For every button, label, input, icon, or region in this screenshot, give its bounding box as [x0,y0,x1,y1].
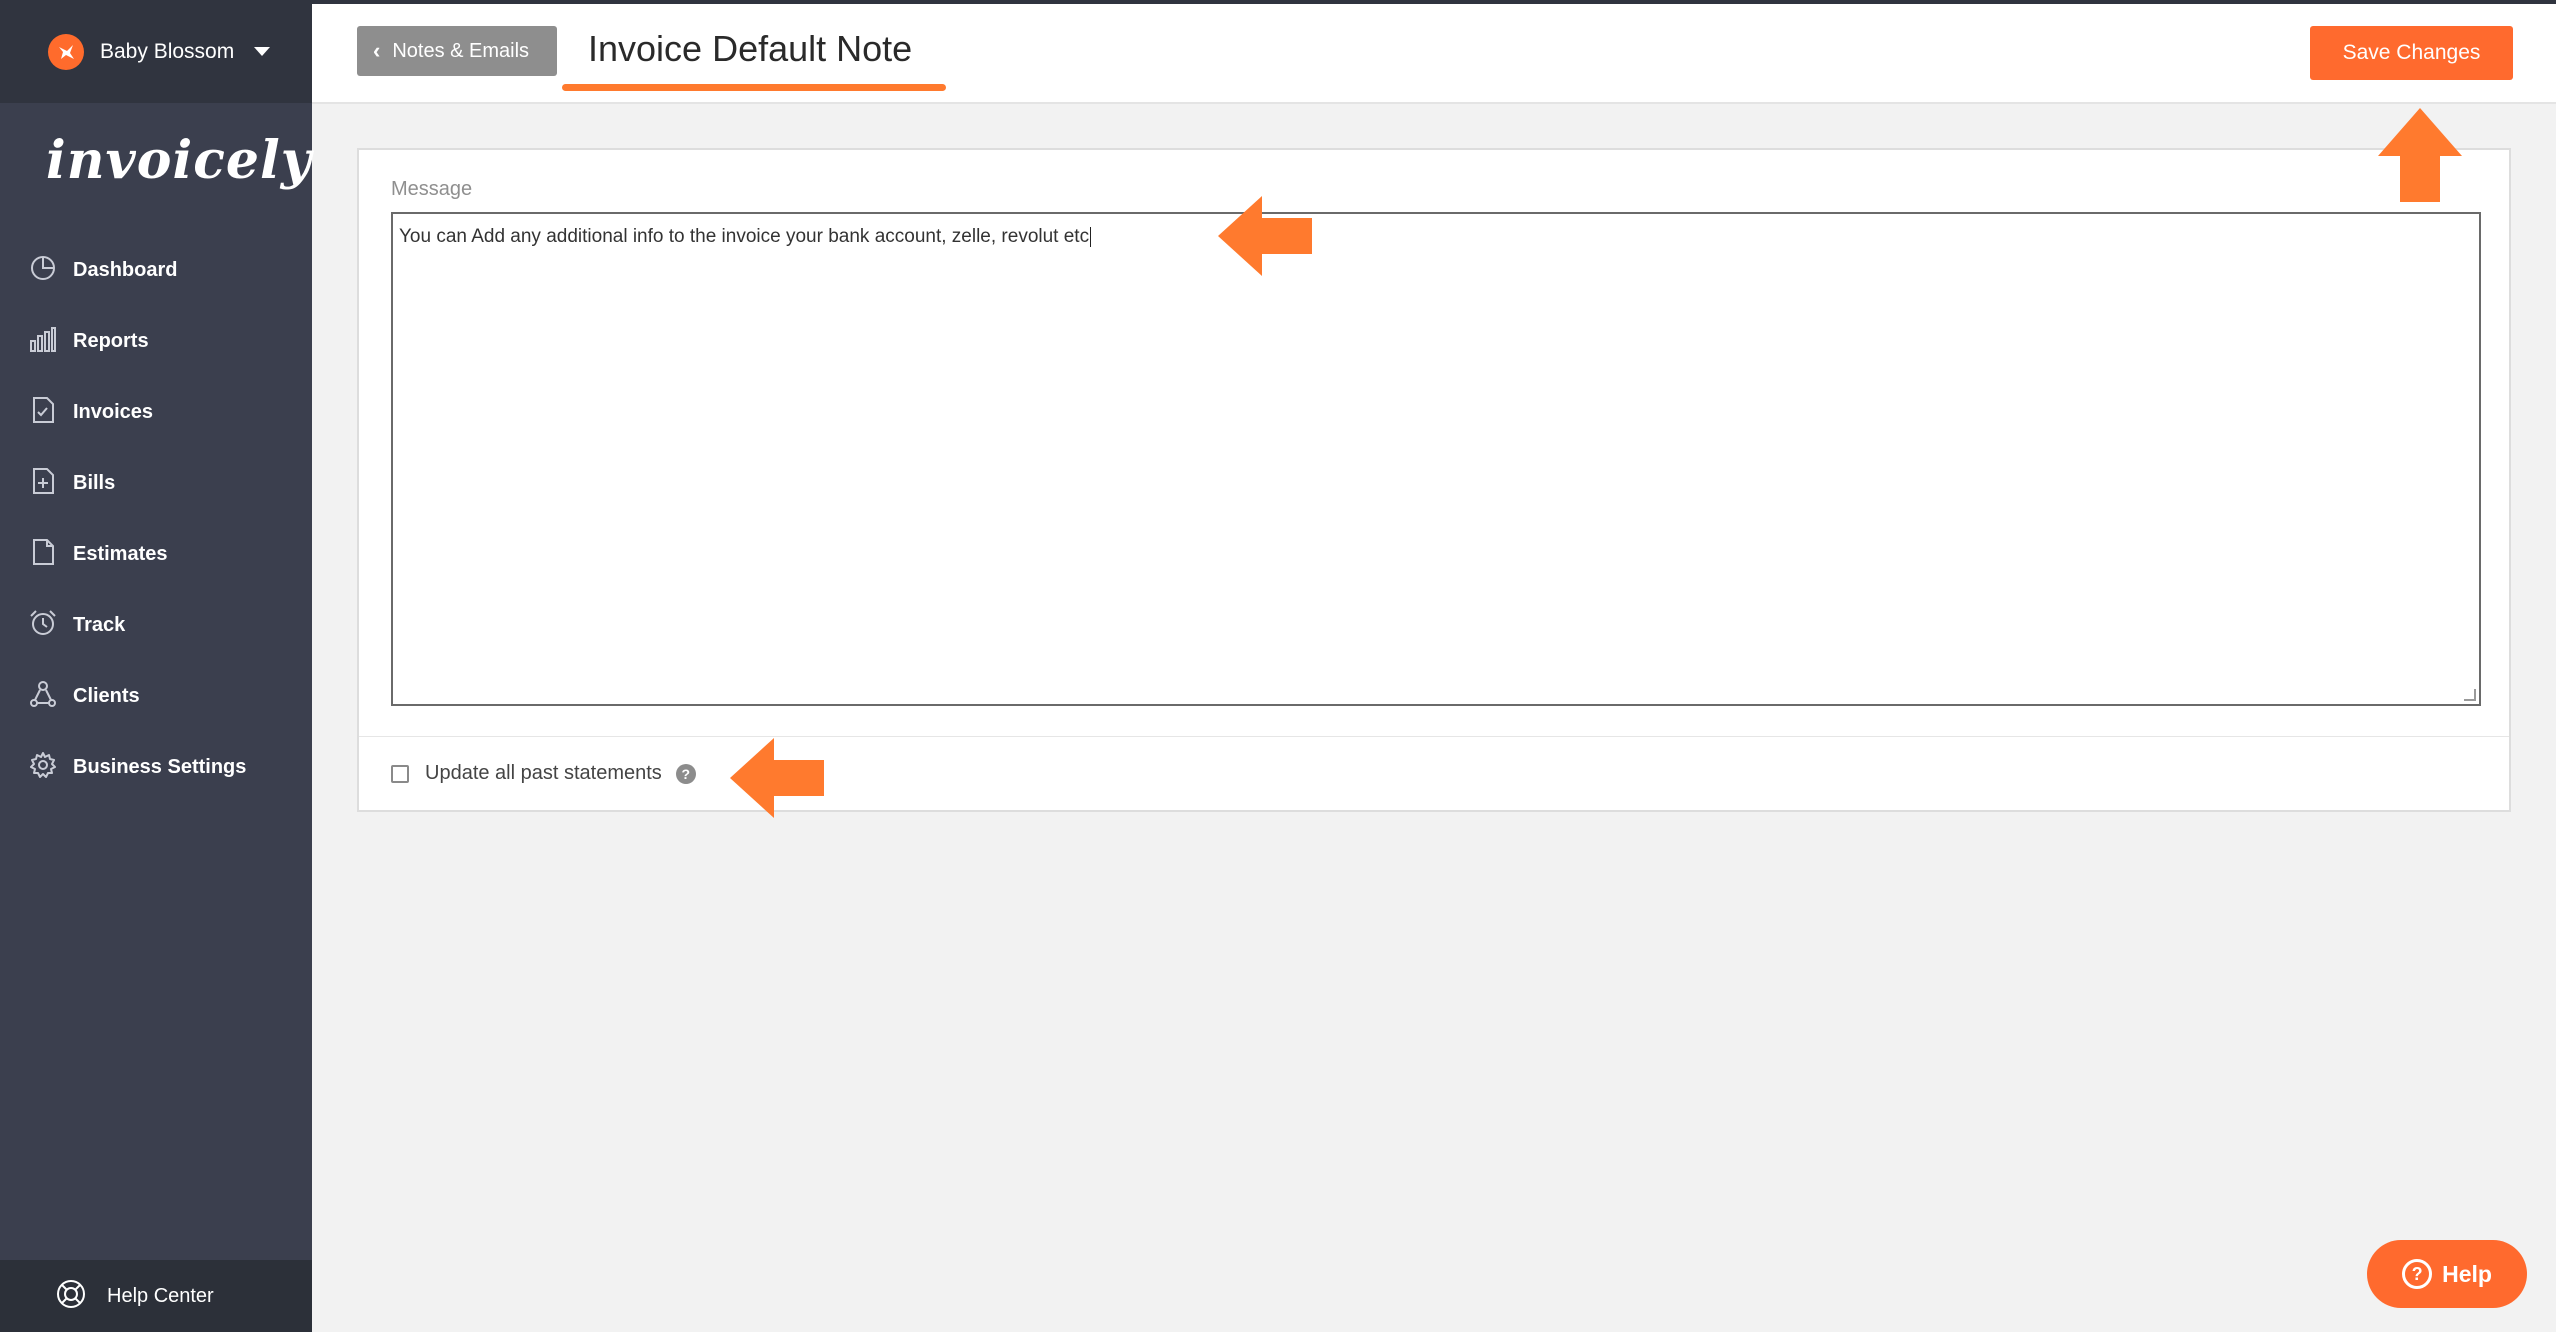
sidebar-item-clients[interactable]: Clients [0,661,312,732]
account-name: Baby Blossom [100,39,235,63]
page-title: Invoice Default Note [588,28,913,69]
sidebar-item-label: Dashboard [73,259,178,281]
text-cursor [1090,226,1092,247]
page-header: ‹ Notes & Emails Invoice Default Note Sa… [312,4,2556,104]
sidebar-item-invoices[interactable]: Invoices [0,377,312,448]
arrow-up-annotation-icon [2378,108,2462,202]
bill-doc-icon [28,466,58,501]
update-past-statements-checkbox[interactable] [391,764,409,783]
update-past-statements-row: Update all past statements ? [391,762,696,785]
sidebar-item-label: Business Settings [73,756,247,778]
top-border [0,0,2556,4]
sidebar-item-dashboard[interactable]: Dashboard [0,235,312,306]
sidebar-item-reports[interactable]: Reports [0,306,312,377]
divider [359,736,2509,737]
title-highlight-underline [562,84,946,91]
message-text: You can Add any additional info to the i… [399,226,1090,247]
sidebar-item-bills[interactable]: Bills [0,448,312,519]
lifebuoy-icon [55,1278,87,1315]
update-past-statements-label: Update all past statements [425,762,662,784]
bird-logo-icon [48,33,84,70]
help-tooltip-icon[interactable]: ? [675,763,696,784]
sidebar-item-label: Estimates [73,543,168,565]
help-center-label: Help Center [107,1284,214,1307]
message-textarea[interactable]: You can Add any additional info to the i… [391,212,2481,706]
caret-down-icon [254,47,271,56]
sidebar-item-business-settings[interactable]: Business Settings [0,732,312,803]
back-button-label: Notes & Emails [392,39,530,62]
sidebar-item-label: Track [73,614,126,636]
bar-chart-icon [28,324,58,359]
alarm-clock-icon [28,608,58,643]
invoice-doc-icon [28,395,58,430]
sidebar-item-label: Reports [73,330,149,352]
message-label: Message [391,178,473,200]
arrow-left-annotation-icon [1218,196,1312,276]
note-form-card: Message You can Add any additional info … [357,148,2511,812]
back-button[interactable]: ‹ Notes & Emails [357,26,557,76]
sidebar-item-estimates[interactable]: Estimates [0,519,312,590]
help-button-label: Help [2442,1260,2492,1287]
sidebar-item-track[interactable]: Track [0,590,312,661]
sidebar: Baby Blossom invoicely Dashboard Reports… [0,0,312,1332]
gear-icon [28,750,58,785]
question-circle-icon: ? [2402,1259,2433,1289]
sidebar-item-label: Bills [73,472,116,494]
estimate-doc-icon [28,537,58,572]
sidebar-item-label: Clients [73,685,140,707]
account-switcher[interactable]: Baby Blossom [0,0,312,103]
brand-logo: invoicely [46,130,312,191]
chevron-left-icon: ‹ [373,38,381,63]
pie-chart-icon [28,253,58,288]
sidebar-nav: Dashboard Reports Invoices Bills Estimat… [0,235,312,803]
clients-network-icon [28,679,58,714]
sidebar-item-label: Invoices [73,401,154,423]
resize-handle[interactable] [2464,689,2476,701]
help-center-link[interactable]: Help Center [0,1260,312,1332]
arrow-left-annotation-icon [730,738,824,818]
help-button[interactable]: ? Help [2367,1240,2527,1308]
save-changes-button[interactable]: Save Changes [2310,26,2513,80]
